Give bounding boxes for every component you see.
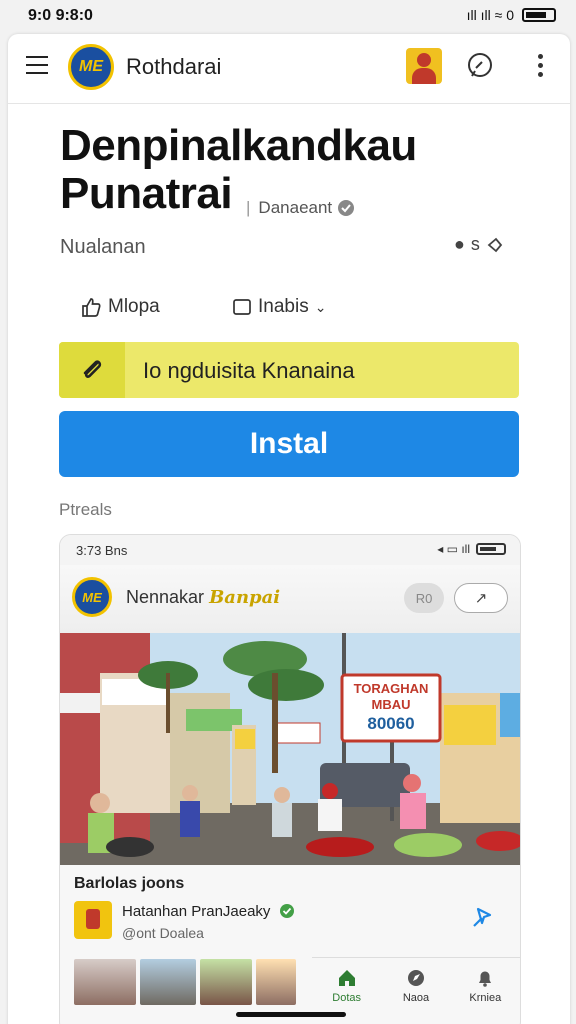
thumbnail-street-3[interactable]: [256, 959, 296, 1005]
home-icon: [338, 970, 355, 986]
badge-separator: |: [246, 198, 251, 217]
user-avatar[interactable]: [406, 48, 442, 84]
top-app-bar: ME Rothdarai: [8, 34, 570, 104]
nav-item-notifications[interactable]: Krniea: [451, 958, 520, 1024]
verified-icon: [338, 200, 355, 216]
promo-icon-box: [59, 342, 125, 398]
status-icons: ıll ıll ≈ 0: [467, 7, 556, 23]
promo-text: Io ngduisita Knanaina: [143, 358, 355, 383]
thumbnail-street-1[interactable]: [140, 959, 196, 1005]
preview-status-time: 3:73 Bns: [76, 543, 128, 558]
battery-icon: [522, 8, 556, 22]
nav-item-explore[interactable]: Naoa: [381, 958, 450, 1024]
signal-icons: ıll ıll ≈ 0: [466, 7, 514, 23]
action-row: Mlopa Inabis ⌄: [60, 296, 520, 326]
preview-link-pill: ↗: [454, 583, 508, 613]
menu-icon[interactable]: [26, 56, 48, 74]
paperclip-icon: [83, 360, 102, 378]
app-logo: ME: [68, 44, 114, 90]
share-count: s: [470, 234, 480, 254]
home-indicator[interactable]: [236, 1012, 346, 1017]
source-name: Hatanhan PranJaeaky: [122, 903, 295, 920]
verified-badge: | Danaeant: [246, 198, 356, 218]
preview-pill: R0: [404, 583, 444, 613]
street-scene-image: TORAGHAN MBAU 80060: [60, 633, 520, 865]
more-options-icon[interactable]: [532, 54, 548, 82]
chat-icon[interactable]: [466, 52, 494, 80]
thumbs-up-icon: [82, 298, 101, 317]
dot-icon: ●: [454, 234, 465, 254]
nav-label-explore: Naoa: [402, 992, 430, 1004]
like-label: Mlopa: [108, 296, 160, 317]
chevron-down-icon: ⌄: [314, 298, 327, 315]
sign-text-line1: TORAGHAN: [354, 681, 429, 696]
street-photo: TORAGHAN MBAU 80060: [60, 633, 520, 865]
preview-status-bar: 3:73 Bns ◂ ▭ ıll: [60, 535, 520, 565]
source-name-text: Hatanhan PranJaeaky: [122, 903, 271, 920]
share-icon: [487, 237, 503, 252]
subtitle: Nualanan: [60, 236, 146, 258]
source-avatar: [74, 901, 112, 939]
preview-title-plain: Nennakar: [126, 587, 205, 607]
nav-label-notifications: Krniea: [469, 992, 502, 1004]
share-control[interactable]: ● s: [454, 234, 504, 255]
nav-label-home: Dotas: [332, 992, 362, 1004]
explore-icon: [407, 970, 424, 986]
status-time: 9:0 9:8:0: [28, 7, 93, 24]
related-thumbnails: [74, 959, 300, 1005]
preview-status-icons: ◂ ▭ ıll: [437, 542, 506, 556]
sign-text-line2: MBAU: [372, 697, 411, 712]
tabs-dropdown[interactable]: Inabis ⌄: [232, 296, 326, 318]
tabs-label: Inabis: [258, 296, 309, 317]
pin-icon[interactable]: [470, 905, 494, 929]
like-button[interactable]: Mlopa: [80, 296, 160, 318]
status-bar: 9:0 9:8:0 ıll ıll ≈ 0: [0, 0, 576, 32]
verified-check-icon: [279, 904, 294, 918]
thumbnail-person[interactable]: [74, 959, 136, 1005]
source-handle: @ont Doalea: [122, 925, 204, 941]
square-icon: [233, 299, 251, 315]
section-label: Ptreals: [59, 500, 112, 519]
preview-battery-icon: [476, 543, 506, 555]
preview-title-script: Banpai: [209, 587, 281, 608]
notifications-icon: [479, 971, 492, 987]
install-button[interactable]: Instal: [59, 411, 519, 477]
preview-header: ME Nennakar Banpai R0 ↗: [60, 565, 520, 633]
preview-caption: Barlolas joons: [74, 875, 185, 892]
preview-title: Nennakar Banpai: [126, 587, 280, 608]
app-name: Rothdarai: [126, 54, 222, 79]
thumbnail-street-2[interactable]: [200, 959, 252, 1005]
sign-number: 80060: [367, 714, 414, 733]
screenshot-preview[interactable]: 3:73 Bns ◂ ▭ ıll ME Nennakar Banpai R0 ↗: [59, 534, 521, 1024]
badge-label: Danaeant: [258, 198, 333, 217]
preview-logo: ME: [72, 577, 112, 617]
promo-banner[interactable]: Io ngduisita Knanaina: [59, 342, 519, 398]
preview-signal-icons: ◂ ▭ ıll: [437, 542, 470, 556]
app-card: ME Rothdarai Denpinalkandkau Punatrai | …: [8, 34, 570, 1024]
